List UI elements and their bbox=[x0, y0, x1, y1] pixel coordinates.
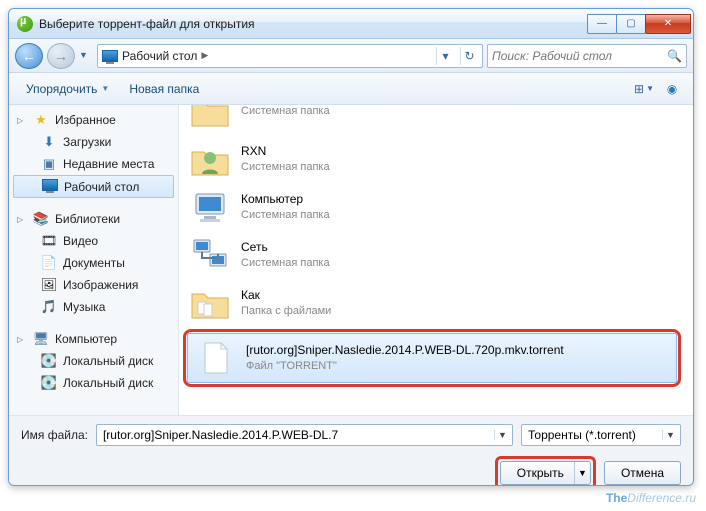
desktop-icon bbox=[102, 50, 118, 62]
chevron-down-icon: ▼ bbox=[574, 462, 590, 484]
sidebar-item-disk-1[interactable]: 💽Локальный диск bbox=[9, 372, 178, 394]
list-item[interactable]: КакПапка с файлами bbox=[183, 279, 681, 327]
item-name: [rutor.org]Sniper.Nasledie.2014.P.WEB-DL… bbox=[246, 343, 564, 359]
address-dropdown[interactable]: ▾ bbox=[436, 47, 454, 65]
list-item-selected[interactable]: [rutor.org]Sniper.Nasledie.2014.P.WEB-DL… bbox=[187, 333, 677, 383]
refresh-button[interactable]: ↻ bbox=[460, 47, 478, 65]
list-item[interactable]: Системная папка bbox=[183, 105, 681, 135]
search-icon: 🔍 bbox=[667, 49, 682, 63]
search-input[interactable] bbox=[492, 49, 663, 63]
sidebar-item-music[interactable]: 🎵Музыка bbox=[9, 296, 178, 318]
window-title: Выберите торрент-файл для открытия bbox=[39, 17, 588, 31]
nav-pane: ▷★Избранное ⬇Загрузки ▣Недавние места Ра… bbox=[9, 105, 179, 415]
filetype-combo[interactable]: Торренты (*.torrent)▼ bbox=[521, 424, 681, 446]
item-type: Системная папка bbox=[241, 105, 330, 118]
item-name: Как bbox=[241, 288, 331, 304]
sidebar-item-pictures[interactable]: 🖼Изображения bbox=[9, 274, 178, 296]
toolbar: Упорядочить▼ Новая папка ⊞▼ ◉ bbox=[9, 73, 693, 105]
cancel-button[interactable]: Отмена bbox=[604, 461, 681, 485]
item-name: Компьютер bbox=[241, 192, 330, 208]
file-open-dialog: Выберите торрент-файл для открытия — ▢ ✕… bbox=[8, 8, 694, 486]
open-button[interactable]: Открыть▼ bbox=[500, 461, 591, 485]
address-bar[interactable]: Рабочий стол ▶ ▾ ↻ bbox=[97, 44, 483, 68]
open-highlight: Открыть▼ bbox=[495, 456, 596, 486]
file-icon bbox=[194, 338, 236, 378]
search-box[interactable]: 🔍 bbox=[487, 44, 687, 68]
list-item[interactable]: СетьСистемная папка bbox=[183, 231, 681, 279]
new-folder-button[interactable]: Новая папка bbox=[120, 77, 208, 101]
close-button[interactable]: ✕ bbox=[645, 14, 691, 34]
sidebar-item-recent[interactable]: ▣Недавние места bbox=[9, 153, 178, 175]
item-type: Системная папка bbox=[241, 256, 330, 270]
item-type: Файл "TORRENT" bbox=[246, 359, 564, 373]
list-item[interactable]: КомпьютерСистемная папка bbox=[183, 183, 681, 231]
filename-combo[interactable]: [rutor.org]Sniper.Nasledie.2014.P.WEB-DL… bbox=[96, 424, 513, 446]
item-type: Системная папка bbox=[241, 160, 330, 174]
chevron-down-icon: ▼ bbox=[494, 430, 510, 440]
filename-label: Имя файла: bbox=[21, 428, 88, 442]
titlebar[interactable]: Выберите торрент-файл для открытия — ▢ ✕ bbox=[9, 9, 693, 39]
computer-header[interactable]: ▷🖥Компьютер bbox=[9, 328, 178, 350]
sidebar-item-downloads[interactable]: ⬇Загрузки bbox=[9, 131, 178, 153]
sidebar-item-disk-0[interactable]: 💽Локальный диск bbox=[9, 350, 178, 372]
item-type: Системная папка bbox=[241, 208, 330, 222]
dialog-footer: Имя файла: [rutor.org]Sniper.Nasledie.20… bbox=[9, 415, 693, 486]
help-button[interactable]: ◉ bbox=[659, 78, 685, 100]
folder-icon bbox=[189, 283, 231, 323]
file-list[interactable]: Системная папка RXNСистемная папка Компь… bbox=[179, 105, 693, 415]
utorrent-icon bbox=[17, 16, 33, 32]
chevron-right-icon[interactable]: ▶ bbox=[201, 50, 208, 61]
list-item[interactable]: RXNСистемная папка bbox=[183, 135, 681, 183]
nav-bar: ← → ▼ Рабочий стол ▶ ▾ ↻ 🔍 bbox=[9, 39, 693, 73]
breadcrumb-location[interactable]: Рабочий стол bbox=[122, 49, 197, 63]
minimize-button[interactable]: — bbox=[587, 14, 617, 34]
network-icon bbox=[189, 235, 231, 275]
item-name: RXN bbox=[241, 144, 330, 160]
forward-button[interactable]: → bbox=[47, 43, 75, 69]
user-icon bbox=[189, 139, 231, 179]
favorites-header[interactable]: ▷★Избранное bbox=[9, 109, 178, 131]
organize-button[interactable]: Упорядочить▼ bbox=[17, 77, 118, 101]
back-button[interactable]: ← bbox=[15, 43, 43, 69]
sidebar-item-documents[interactable]: 📄Документы bbox=[9, 252, 178, 274]
item-type: Папка с файлами bbox=[241, 304, 331, 318]
sidebar-item-video[interactable]: 🎞Видео bbox=[9, 230, 178, 252]
libraries-header[interactable]: ▷📚Библиотеки bbox=[9, 208, 178, 230]
history-dropdown[interactable]: ▼ bbox=[79, 50, 93, 62]
folder-icon bbox=[189, 105, 231, 131]
item-name: Сеть bbox=[241, 240, 330, 256]
sidebar-item-desktop[interactable]: Рабочий стол bbox=[13, 175, 174, 198]
chevron-down-icon: ▼ bbox=[662, 430, 678, 440]
computer-icon bbox=[189, 187, 231, 227]
maximize-button[interactable]: ▢ bbox=[616, 14, 646, 34]
view-button[interactable]: ⊞▼ bbox=[631, 78, 657, 100]
selection-highlight: [rutor.org]Sniper.Nasledie.2014.P.WEB-DL… bbox=[183, 329, 681, 387]
